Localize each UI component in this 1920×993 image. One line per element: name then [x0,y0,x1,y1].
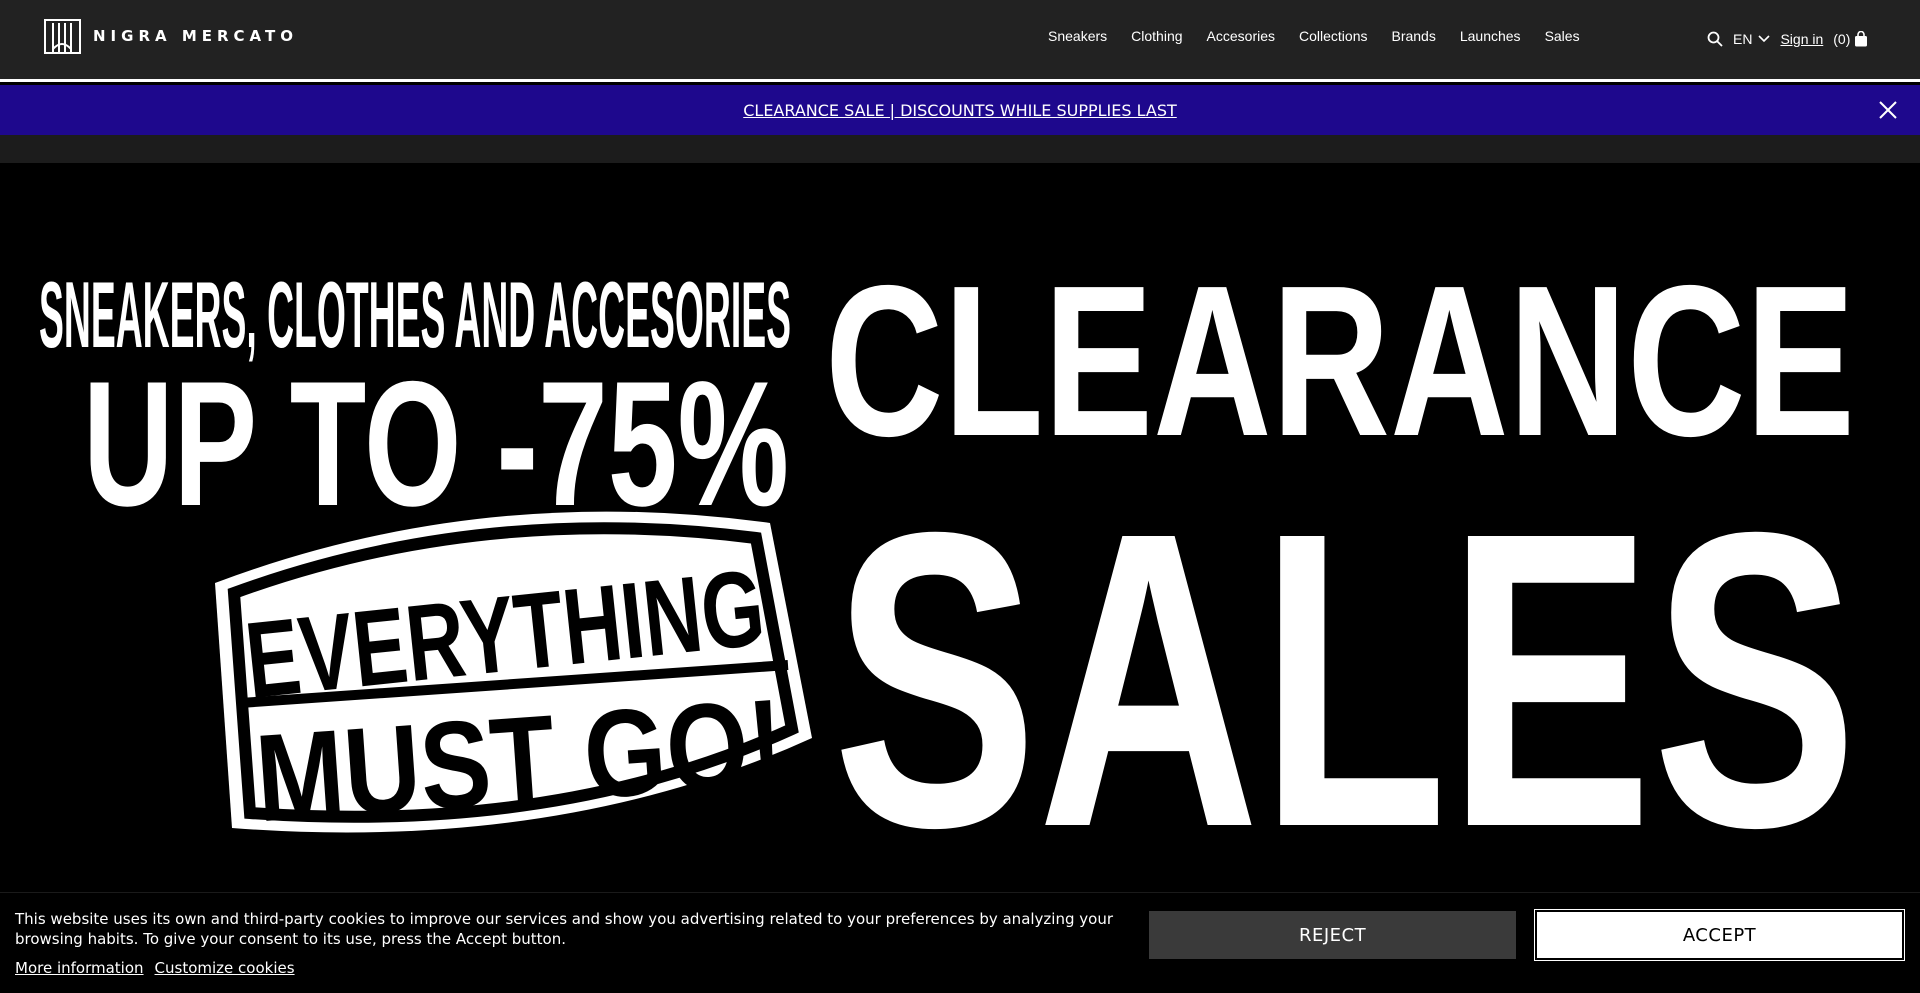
subheader-strip [0,135,1920,163]
hero-clearance-title: CLEARANCE [825,240,1855,481]
chevron-down-icon [1758,35,1771,43]
nav-item-sales[interactable]: Sales [1545,28,1580,44]
main-nav: Sneakers Clothing Accesories Collections… [1048,28,1580,44]
close-icon[interactable] [1876,98,1900,122]
hero-line-2: UP TO -75% [83,344,789,543]
cart-button[interactable]: (0) [1833,31,1868,47]
customize-cookies-link[interactable]: Customize cookies [155,959,295,977]
nav-item-sneakers[interactable]: Sneakers [1048,28,1107,44]
nav-item-brands[interactable]: Brands [1391,28,1435,44]
search-icon[interactable] [1707,31,1723,47]
cart-count: (0) [1833,31,1851,47]
signin-link[interactable]: Sign in [1780,31,1823,47]
hero-sales-title: SALES [833,446,1858,893]
hero-banner[interactable]: SNEAKERS, CLOTHES AND ACCESORIES UP TO -… [0,163,1920,893]
shopping-bag-icon [1855,31,1868,47]
reject-button[interactable]: REJECT [1149,911,1516,959]
logo-text: NIGRA MERCATO [93,27,298,45]
logo-icon [44,18,81,54]
nav-item-collections[interactable]: Collections [1299,28,1367,44]
language-label: EN [1733,31,1753,47]
cookie-links: More information Customize cookies [15,959,295,977]
more-information-link[interactable]: More information [15,959,144,977]
promo-link[interactable]: CLEARANCE SALE | DISCOUNTS WHILE SUPPLIE… [743,101,1177,120]
promo-bar: CLEARANCE SALE | DISCOUNTS WHILE SUPPLIE… [0,85,1920,135]
everything-must-go-badge: EVERYTHING MUST GO! [215,511,812,848]
logo[interactable]: NIGRA MERCATO [44,18,298,54]
cookie-text: This website uses its own and third-part… [15,910,1113,948]
cookie-banner: This website uses its own and third-part… [0,892,1920,993]
accept-button[interactable]: ACCEPT [1534,909,1905,961]
nav-item-launches[interactable]: Launches [1460,28,1521,44]
site-header: NIGRA MERCATO Sneakers Clothing Accesori… [0,0,1920,82]
header-tools: EN Sign in (0) [1707,27,1868,51]
hero-graphic: SNEAKERS, CLOTHES AND ACCESORIES UP TO -… [39,240,1858,893]
nav-item-accesories[interactable]: Accesories [1207,28,1275,44]
language-selector[interactable]: EN [1733,31,1771,47]
nav-item-clothing[interactable]: Clothing [1131,28,1182,44]
